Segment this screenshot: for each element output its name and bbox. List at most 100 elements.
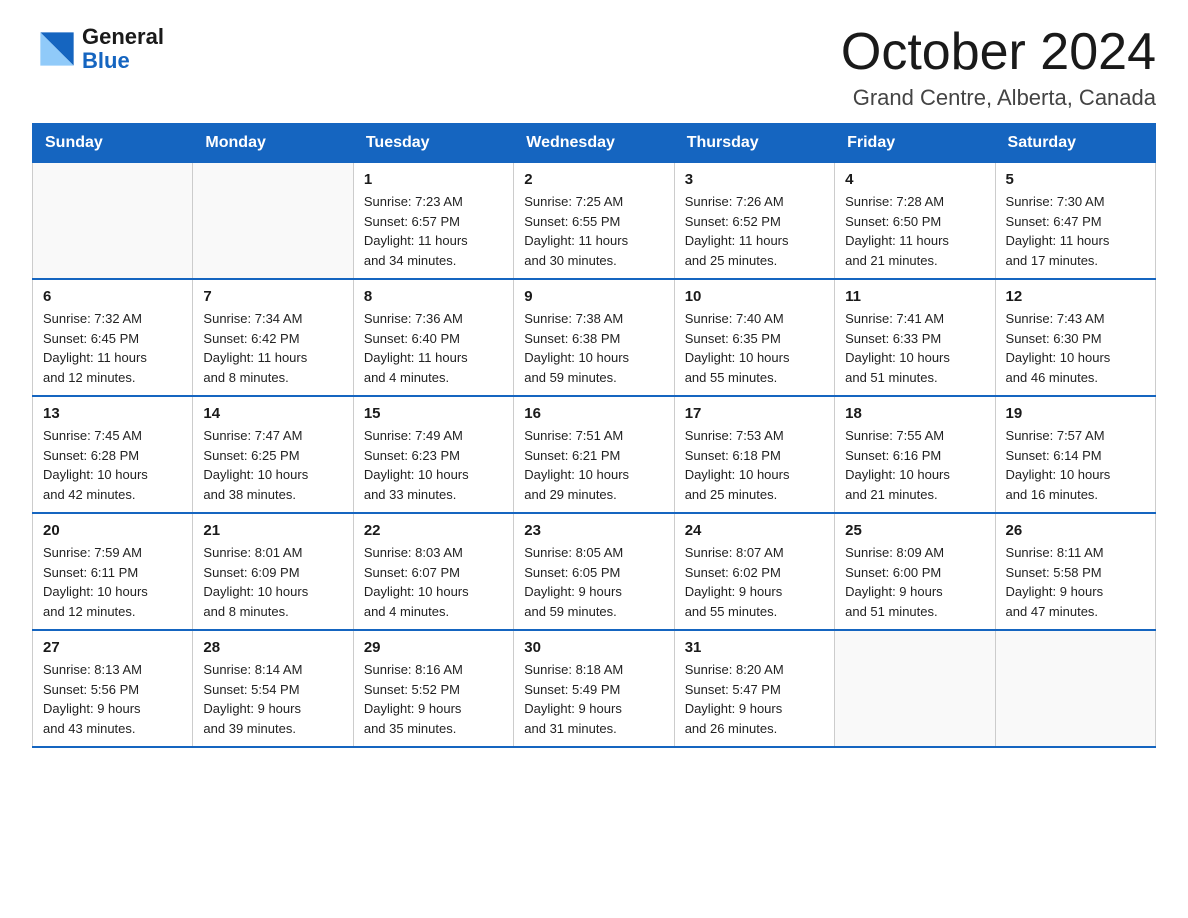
logo-general: General — [82, 25, 164, 49]
calendar-cell: 28 Sunrise: 8:14 AM Sunset: 5:54 PM Dayli… — [193, 630, 353, 747]
calendar-cell — [835, 630, 995, 747]
calendar-cell: 13Sunrise: 7:45 AM Sunset: 6:28 PM Dayli… — [33, 396, 193, 513]
day-info: Sunrise: 8:03 AM Sunset: 6:07 PM Dayligh… — [364, 543, 503, 621]
day-number: 7 — [203, 288, 342, 305]
day-number: 27 — [43, 639, 182, 656]
calendar-cell: 4Sunrise: 7:28 AM Sunset: 6:50 PM Daylig… — [835, 163, 995, 280]
day-info: Sunrise: 7:41 AM Sunset: 6:33 PM Dayligh… — [845, 309, 984, 387]
day-of-week-header: Friday — [835, 124, 995, 163]
day-number: 1 — [364, 171, 503, 188]
day-number: 5 — [1006, 171, 1145, 188]
day-number: 20 — [43, 522, 182, 539]
calendar-week-row: 6Sunrise: 7:32 AM Sunset: 6:45 PM Daylig… — [33, 279, 1156, 396]
month-title: October 2024 — [841, 24, 1156, 81]
header-row: SundayMondayTuesdayWednesdayThursdayFrid… — [33, 124, 1156, 163]
calendar-cell: 11 Sunrise: 7:41 AM Sunset: 6:33 PM Dayli… — [835, 279, 995, 396]
day-info: Sunrise: 8:01 AM Sunset: 6:09 PM Dayligh… — [203, 543, 342, 621]
calendar-cell: 10Sunrise: 7:40 AM Sunset: 6:35 PM Dayli… — [674, 279, 834, 396]
calendar-cell: 7 Sunrise: 7:34 AM Sunset: 6:42 PM Daylig… — [193, 279, 353, 396]
calendar-cell — [193, 163, 353, 280]
day-info: Sunrise: 7:26 AM Sunset: 6:52 PM Dayligh… — [685, 192, 824, 270]
calendar-cell — [995, 630, 1155, 747]
day-number: 21 — [203, 522, 342, 539]
day-number: 12 — [1006, 288, 1145, 305]
calendar-week-row: 1 Sunrise: 7:23 AM Sunset: 6:57 PM Daylig… — [33, 163, 1156, 280]
page-header: General Blue October 2024 Grand Centre, … — [32, 24, 1156, 111]
logo-blue: Blue — [82, 49, 164, 73]
calendar-week-row: 27 Sunrise: 8:13 AM Sunset: 5:56 PM Dayli… — [33, 630, 1156, 747]
calendar-week-row: 13Sunrise: 7:45 AM Sunset: 6:28 PM Dayli… — [33, 396, 1156, 513]
day-info: Sunrise: 7:36 AM Sunset: 6:40 PM Dayligh… — [364, 309, 503, 387]
day-number: 16 — [524, 405, 663, 422]
day-of-week-header: Monday — [193, 124, 353, 163]
calendar-cell: 14Sunrise: 7:47 AM Sunset: 6:25 PM Dayli… — [193, 396, 353, 513]
calendar-cell: 26 Sunrise: 8:11 AM Sunset: 5:58 PM Dayli… — [995, 513, 1155, 630]
day-info: Sunrise: 8:05 AM Sunset: 6:05 PM Dayligh… — [524, 543, 663, 621]
day-info: Sunrise: 8:20 AM Sunset: 5:47 PM Dayligh… — [685, 660, 824, 738]
day-info: Sunrise: 7:23 AM Sunset: 6:57 PM Dayligh… — [364, 192, 503, 270]
calendar-cell: 5 Sunrise: 7:30 AM Sunset: 6:47 PM Daylig… — [995, 163, 1155, 280]
day-info: Sunrise: 7:47 AM Sunset: 6:25 PM Dayligh… — [203, 426, 342, 504]
day-info: Sunrise: 7:38 AM Sunset: 6:38 PM Dayligh… — [524, 309, 663, 387]
day-info: Sunrise: 8:14 AM Sunset: 5:54 PM Dayligh… — [203, 660, 342, 738]
day-of-week-header: Saturday — [995, 124, 1155, 163]
title-block: October 2024 Grand Centre, Alberta, Cana… — [841, 24, 1156, 111]
calendar-cell: 24 Sunrise: 8:07 AM Sunset: 6:02 PM Dayli… — [674, 513, 834, 630]
calendar-cell: 15 Sunrise: 7:49 AM Sunset: 6:23 PM Dayli… — [353, 396, 513, 513]
day-number: 28 — [203, 639, 342, 656]
day-info: Sunrise: 8:11 AM Sunset: 5:58 PM Dayligh… — [1006, 543, 1145, 621]
calendar-header: SundayMondayTuesdayWednesdayThursdayFrid… — [33, 124, 1156, 163]
calendar-cell: 6Sunrise: 7:32 AM Sunset: 6:45 PM Daylig… — [33, 279, 193, 396]
calendar-cell: 23Sunrise: 8:05 AM Sunset: 6:05 PM Dayli… — [514, 513, 674, 630]
calendar-cell: 12 Sunrise: 7:43 AM Sunset: 6:30 PM Dayli… — [995, 279, 1155, 396]
day-info: Sunrise: 8:18 AM Sunset: 5:49 PM Dayligh… — [524, 660, 663, 738]
calendar-cell: 1 Sunrise: 7:23 AM Sunset: 6:57 PM Daylig… — [353, 163, 513, 280]
day-number: 11 — [845, 288, 984, 305]
day-info: Sunrise: 7:55 AM Sunset: 6:16 PM Dayligh… — [845, 426, 984, 504]
day-number: 15 — [364, 405, 503, 422]
day-info: Sunrise: 7:57 AM Sunset: 6:14 PM Dayligh… — [1006, 426, 1145, 504]
day-info: Sunrise: 7:43 AM Sunset: 6:30 PM Dayligh… — [1006, 309, 1145, 387]
calendar-cell: 30 Sunrise: 8:18 AM Sunset: 5:49 PM Dayli… — [514, 630, 674, 747]
day-number: 9 — [524, 288, 663, 305]
day-number: 2 — [524, 171, 663, 188]
calendar-cell: 17Sunrise: 7:53 AM Sunset: 6:18 PM Dayli… — [674, 396, 834, 513]
calendar-cell: 22 Sunrise: 8:03 AM Sunset: 6:07 PM Dayli… — [353, 513, 513, 630]
day-info: Sunrise: 7:34 AM Sunset: 6:42 PM Dayligh… — [203, 309, 342, 387]
day-number: 18 — [845, 405, 984, 422]
logo: General Blue — [32, 24, 164, 74]
day-info: Sunrise: 7:40 AM Sunset: 6:35 PM Dayligh… — [685, 309, 824, 387]
day-number: 19 — [1006, 405, 1145, 422]
day-info: Sunrise: 7:49 AM Sunset: 6:23 PM Dayligh… — [364, 426, 503, 504]
calendar-cell: 8Sunrise: 7:36 AM Sunset: 6:40 PM Daylig… — [353, 279, 513, 396]
day-info: Sunrise: 8:13 AM Sunset: 5:56 PM Dayligh… — [43, 660, 182, 738]
day-number: 22 — [364, 522, 503, 539]
day-number: 26 — [1006, 522, 1145, 539]
calendar-cell: 21 Sunrise: 8:01 AM Sunset: 6:09 PM Dayli… — [193, 513, 353, 630]
day-number: 29 — [364, 639, 503, 656]
day-info: Sunrise: 7:25 AM Sunset: 6:55 PM Dayligh… — [524, 192, 663, 270]
day-of-week-header: Wednesday — [514, 124, 674, 163]
day-info: Sunrise: 8:07 AM Sunset: 6:02 PM Dayligh… — [685, 543, 824, 621]
calendar-cell: 19 Sunrise: 7:57 AM Sunset: 6:14 PM Dayli… — [995, 396, 1155, 513]
day-info: Sunrise: 7:59 AM Sunset: 6:11 PM Dayligh… — [43, 543, 182, 621]
calendar-cell: 25Sunrise: 8:09 AM Sunset: 6:00 PM Dayli… — [835, 513, 995, 630]
calendar-cell: 29Sunrise: 8:16 AM Sunset: 5:52 PM Dayli… — [353, 630, 513, 747]
day-of-week-header: Sunday — [33, 124, 193, 163]
calendar-cell: 31Sunrise: 8:20 AM Sunset: 5:47 PM Dayli… — [674, 630, 834, 747]
day-of-week-header: Thursday — [674, 124, 834, 163]
day-info: Sunrise: 7:51 AM Sunset: 6:21 PM Dayligh… — [524, 426, 663, 504]
logo-text: General Blue — [82, 25, 164, 73]
day-number: 24 — [685, 522, 824, 539]
day-info: Sunrise: 7:28 AM Sunset: 6:50 PM Dayligh… — [845, 192, 984, 270]
day-number: 25 — [845, 522, 984, 539]
calendar-cell: 27 Sunrise: 8:13 AM Sunset: 5:56 PM Dayli… — [33, 630, 193, 747]
calendar-cell: 3Sunrise: 7:26 AM Sunset: 6:52 PM Daylig… — [674, 163, 834, 280]
calendar-body: 1 Sunrise: 7:23 AM Sunset: 6:57 PM Daylig… — [33, 163, 1156, 748]
calendar-cell: 18 Sunrise: 7:55 AM Sunset: 6:16 PM Dayli… — [835, 396, 995, 513]
location-title: Grand Centre, Alberta, Canada — [841, 85, 1156, 111]
day-number: 30 — [524, 639, 663, 656]
day-info: Sunrise: 7:30 AM Sunset: 6:47 PM Dayligh… — [1006, 192, 1145, 270]
day-number: 6 — [43, 288, 182, 305]
calendar-cell: 2 Sunrise: 7:25 AM Sunset: 6:55 PM Daylig… — [514, 163, 674, 280]
